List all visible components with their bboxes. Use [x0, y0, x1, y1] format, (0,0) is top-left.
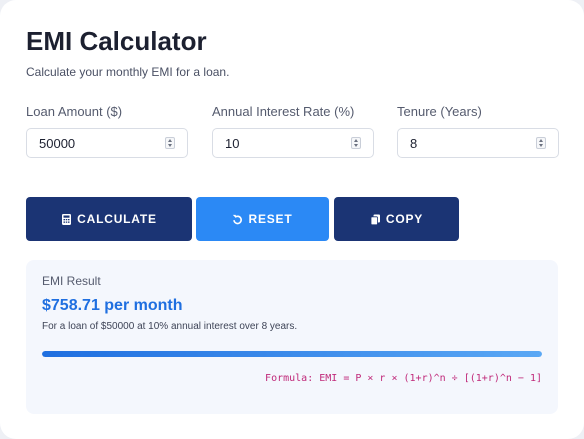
spin-up-icon[interactable]	[539, 139, 543, 142]
page-subtitle: Calculate your monthly EMI for a loan.	[26, 65, 230, 79]
interest-rate-input[interactable]	[225, 129, 345, 157]
spin-down-icon[interactable]	[354, 144, 358, 147]
loan-amount-label: Loan Amount ($)	[26, 104, 123, 119]
result-description: For a loan of $50000 at 10% annual inter…	[42, 321, 298, 332]
interest-rate-spinner[interactable]	[351, 137, 361, 149]
progress-fill	[42, 351, 542, 357]
undo-icon	[233, 214, 243, 224]
spin-up-icon[interactable]	[354, 139, 358, 142]
result-panel: EMI Result $758.71 per month For a loan …	[26, 260, 558, 414]
tenure-label: Tenure (Years)	[397, 104, 482, 119]
copy-button-label: COPY	[385, 212, 424, 226]
loan-amount-box	[26, 128, 188, 158]
reset-button-label: RESET	[248, 212, 293, 226]
interest-rate-field: Annual Interest Rate (%)	[212, 104, 374, 158]
spin-up-icon[interactable]	[168, 139, 172, 142]
copy-button[interactable]: COPY	[334, 197, 459, 241]
spin-down-icon[interactable]	[168, 144, 172, 147]
spin-down-icon[interactable]	[539, 144, 543, 147]
tenure-spinner[interactable]	[536, 137, 546, 149]
progress-bar	[42, 351, 542, 357]
calculator-icon	[62, 213, 72, 225]
copy-icon	[370, 214, 380, 225]
loan-amount-input[interactable]	[39, 129, 159, 157]
result-label: EMI Result	[42, 274, 101, 288]
calculate-button[interactable]: CALCULATE	[26, 197, 192, 241]
loan-amount-field: Loan Amount ($)	[26, 104, 188, 158]
reset-button[interactable]: RESET	[196, 197, 329, 241]
tenure-field: Tenure (Years)	[397, 104, 559, 158]
emi-calculator-card: EMI Calculator Calculate your monthly EM…	[0, 0, 584, 439]
loan-amount-spinner[interactable]	[165, 137, 175, 149]
interest-rate-box	[212, 128, 374, 158]
interest-rate-label: Annual Interest Rate (%)	[212, 104, 355, 119]
calculate-button-label: CALCULATE	[77, 212, 157, 226]
tenure-input[interactable]	[410, 129, 530, 157]
formula-text: Formula: EMI = P × r × (1+r)^n ÷ [(1+r)^…	[265, 373, 542, 384]
emi-amount: $758.71 per month	[42, 297, 183, 314]
tenure-box	[397, 128, 559, 158]
page-title: EMI Calculator	[26, 26, 207, 56]
